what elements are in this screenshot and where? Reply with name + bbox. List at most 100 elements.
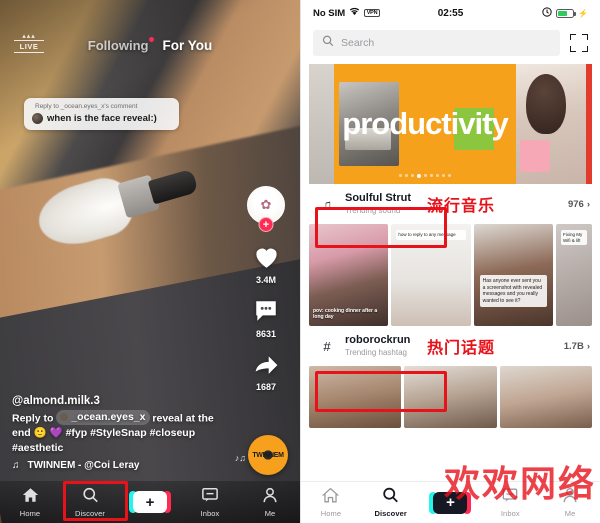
nav-item-create[interactable]: + <box>120 491 180 513</box>
create-icon[interactable]: + <box>129 491 171 513</box>
trending-sound-count: 976 <box>567 198 584 210</box>
music-notes-icon: ♪♫ <box>234 453 246 463</box>
left-phone-tiktok-feed: ▴▴▴ LIVE Following For You Reply to _oce… <box>0 0 300 523</box>
wifi-icon <box>349 7 360 19</box>
tab-for-you-label: For You <box>162 38 213 53</box>
notification-dot-icon <box>149 37 155 42</box>
search-placeholder: Search <box>341 37 375 49</box>
home-icon <box>22 487 39 507</box>
nav-label-inbox: Inbox <box>200 508 220 518</box>
right-phone-discover-page: No SIM VPN 02:55 ⚡ Search productivity ♫… <box>300 0 600 523</box>
nav-label-home: Home <box>320 509 342 518</box>
status-bar-left: No SIM VPN <box>313 7 438 19</box>
profile-icon <box>262 487 278 507</box>
video-thumbnail-note: Has anyone ever sent you a screenshot wi… <box>479 275 547 307</box>
trending-hashtag-row[interactable]: # roborockrun Trending hashtag 热门话题 1.7B… <box>301 326 600 366</box>
mention-avatar-icon <box>60 413 69 421</box>
nav-label-home: Home <box>19 508 41 518</box>
status-bar-right: ⚡ <box>463 6 589 20</box>
nav-label-me: Me <box>564 509 576 518</box>
status-bar-clock: 02:55 <box>437 7 464 19</box>
search-input[interactable]: Search <box>313 30 560 56</box>
video-thumbnail[interactable]: Fixing My Wifi & lift <box>555 224 592 326</box>
comment-count: 8631 <box>255 329 277 339</box>
chevron-right-icon: › <box>586 340 590 352</box>
annotation-box-discover <box>63 481 128 521</box>
action-rail: ✿ + 3.4M 8631 1687 <box>244 186 288 405</box>
author-avatar-button[interactable]: ✿ + <box>247 186 285 232</box>
feed-top-bar: ▴▴▴ LIVE Following For You <box>0 0 300 66</box>
caption-reply-prefix: Reply to <box>12 412 54 424</box>
comment-icon <box>253 298 279 327</box>
nav-item-inbox[interactable]: Inbox <box>480 487 540 518</box>
banner-right-image <box>516 64 592 184</box>
nav-label-discover: Discover <box>374 509 407 518</box>
music-disc-button[interactable]: TWINNEM <box>248 435 288 475</box>
nav-item-discover[interactable]: Discover <box>361 487 421 518</box>
caption-music-row[interactable]: ♫ TWINNEM - @Coi Leray <box>12 460 230 471</box>
video-thumbnail[interactable] <box>499 366 592 428</box>
comment-reply-card[interactable]: Reply to _ocean.eyes_x's comment when is… <box>24 98 179 130</box>
tab-following-label: Following <box>87 38 149 53</box>
trending-hashtag-count-row[interactable]: 1.7B › <box>564 341 590 352</box>
caption-music-title: TWINNEM - @Coi Leray <box>27 460 140 471</box>
screenshot-root: ▴▴▴ LIVE Following For You Reply to _oce… <box>0 0 600 523</box>
music-disc-label: TWINNEM <box>252 451 284 459</box>
inbox-icon <box>502 487 518 507</box>
promo-banner[interactable]: productivity <box>309 64 592 184</box>
profile-icon <box>562 487 578 507</box>
share-button[interactable]: 1687 <box>253 352 280 392</box>
search-icon <box>322 34 334 52</box>
video-thumbnail-header: Fixing My Wifi & lift <box>560 230 587 245</box>
annotation-box-trending-hashtag <box>315 371 447 412</box>
nav-label-inbox: Inbox <box>500 509 520 518</box>
banner-word: productivity <box>342 106 508 141</box>
trending-hashtag-text: roborockrun Trending hashtag <box>345 334 410 358</box>
create-icon[interactable]: + <box>429 491 472 514</box>
search-icon <box>382 487 399 507</box>
nav-item-create[interactable]: + <box>421 491 481 514</box>
caption-reply-user: _ocean.eyes_x <box>71 410 146 423</box>
nav-item-me[interactable]: Me <box>240 487 300 518</box>
nav-item-inbox[interactable]: Inbox <box>180 487 240 518</box>
video-thumbnail-caption: pov: cooking dinner after a long day <box>313 308 378 320</box>
share-count: 1687 <box>255 382 277 392</box>
charging-icon: ⚡ <box>578 8 589 18</box>
nav-label-me: Me <box>264 508 276 518</box>
video-thumbnail[interactable]: Has anyone ever sent you a screenshot wi… <box>473 224 553 326</box>
trending-hashtag-chip[interactable]: # roborockrun Trending hashtag <box>311 332 419 360</box>
annotation-label-hot-topics: 热门话题 <box>427 338 496 357</box>
battery-icon <box>556 8 576 18</box>
banner-red-strip <box>586 64 592 184</box>
trending-hashtag-title: roborockrun <box>345 334 411 346</box>
heart-icon <box>253 244 280 273</box>
nav-item-home[interactable]: Home <box>0 487 60 518</box>
inbox-icon <box>202 487 218 507</box>
trending-hashtag-subtitle: Trending hashtag <box>345 348 407 357</box>
like-button[interactable]: 3.4M <box>253 244 280 285</box>
follow-plus-icon[interactable]: + <box>258 217 274 232</box>
feed-tabs: Following For You <box>0 37 300 53</box>
tab-for-you[interactable]: For You <box>162 38 212 53</box>
home-icon <box>322 487 340 507</box>
tab-following[interactable]: Following <box>87 37 155 53</box>
caption-username[interactable]: @almond.milk.3 <box>12 395 230 407</box>
banner-center: productivity <box>334 64 516 184</box>
makeup-brush-image <box>30 151 199 267</box>
music-note-icon: ♫ <box>12 460 20 471</box>
search-row: Search <box>301 26 600 64</box>
nav-item-home[interactable]: Home <box>301 487 361 518</box>
annotation-box-trending-sound <box>315 207 447 248</box>
scan-icon[interactable] <box>570 34 588 52</box>
trending-hashtag-count: 1.7B <box>563 340 584 352</box>
caption-mention-chip[interactable]: _ocean.eyes_x <box>56 409 150 425</box>
status-bar: No SIM VPN 02:55 ⚡ <box>301 0 600 26</box>
alarm-icon <box>542 6 552 20</box>
hashtag-icon: # <box>323 338 331 354</box>
left-bottom-navbar: Home Discover + Inbox Me <box>0 481 300 523</box>
trending-sound-count-row[interactable]: 976 › <box>568 199 590 210</box>
comment-button[interactable]: 8631 <box>253 298 279 339</box>
nav-item-me[interactable]: Me <box>540 487 600 518</box>
carrier-label: No SIM <box>313 7 346 19</box>
caption-text: Reply to _ocean.eyes_x reveal at the end… <box>12 409 230 457</box>
